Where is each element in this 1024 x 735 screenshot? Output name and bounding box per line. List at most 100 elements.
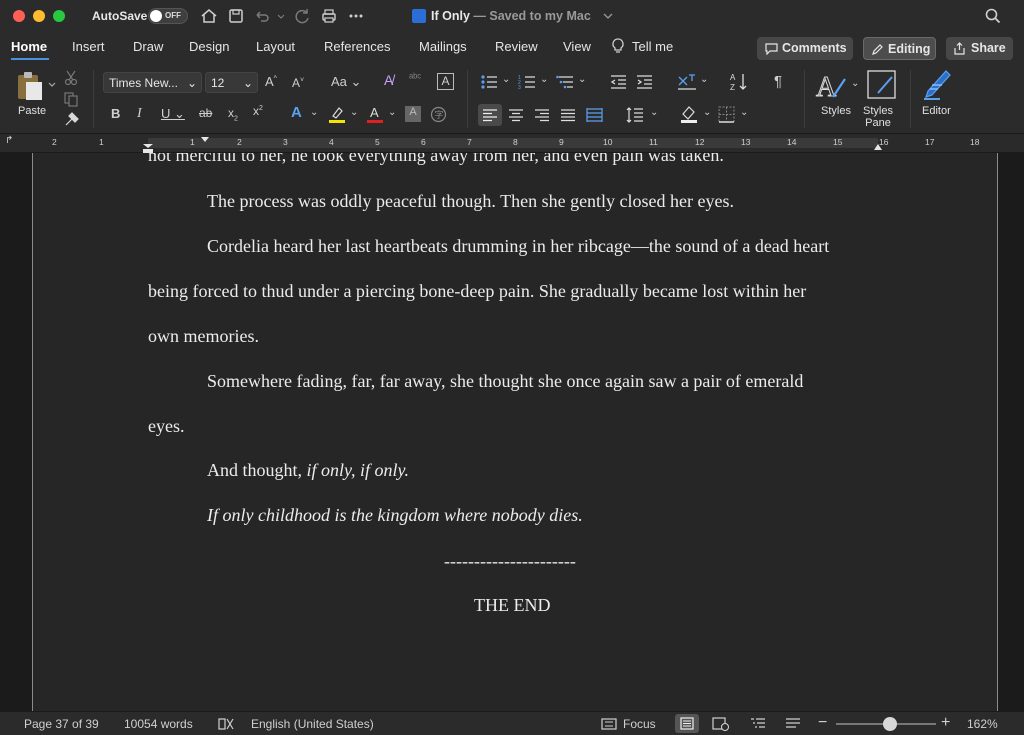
font-name-dropdown[interactable]: Times New... ⌄ (103, 72, 202, 93)
cut-icon[interactable] (64, 70, 78, 86)
character-border-icon[interactable]: A (437, 73, 454, 90)
chevron-down-icon[interactable]: ⌄ (350, 107, 358, 118)
character-shading-icon[interactable]: A (405, 106, 421, 122)
highlight-color-icon[interactable] (328, 104, 346, 124)
close-window-button[interactable] (13, 10, 25, 22)
line-spacing-icon[interactable] (626, 106, 644, 124)
styles-pane-label[interactable]: Styles Pane (863, 105, 893, 129)
tab-insert[interactable]: Insert (72, 39, 105, 54)
save-icon[interactable] (227, 7, 245, 25)
font-size-dropdown[interactable]: 12 ⌄ (205, 72, 258, 93)
outline-view-icon[interactable] (750, 717, 766, 731)
tab-mailings[interactable]: Mailings (419, 39, 467, 54)
tab-design[interactable]: Design (189, 39, 229, 54)
chevron-down-icon[interactable]: ⌄ (540, 74, 548, 85)
enclose-characters-icon[interactable]: 字 (430, 106, 447, 123)
focus-mode-icon[interactable] (601, 718, 617, 730)
comments-button[interactable]: Comments (757, 37, 853, 60)
chevron-down-icon[interactable] (276, 7, 286, 25)
align-right-icon[interactable] (534, 108, 550, 122)
styles-pane-icon[interactable] (866, 69, 898, 101)
tab-references[interactable]: References (324, 39, 390, 54)
clear-formatting-icon[interactable]: A̸ (384, 72, 393, 88)
distributed-icon[interactable] (586, 107, 603, 123)
proofing-book-icon[interactable] (218, 717, 234, 731)
word-count[interactable]: 10054 words (124, 717, 193, 731)
chevron-down-icon[interactable] (48, 80, 56, 90)
italic-button[interactable]: I (137, 106, 142, 122)
shrink-font-icon[interactable]: A˅ (292, 76, 304, 90)
change-case-icon[interactable]: Aa ⌄ (331, 74, 361, 90)
superscript-button[interactable]: x2 (253, 104, 263, 118)
print-layout-view-button[interactable] (675, 714, 699, 733)
chevron-down-icon[interactable]: ⌄ (700, 74, 708, 85)
text-effects-icon[interactable]: A (291, 104, 302, 121)
numbering-icon[interactable]: 123 (518, 74, 536, 90)
borders-icon[interactable] (718, 106, 735, 123)
sort-icon[interactable]: AZ (730, 72, 748, 92)
zoom-slider-knob[interactable] (883, 717, 897, 731)
left-indent-marker[interactable] (142, 143, 154, 153)
chevron-down-icon[interactable]: ⌄ (310, 107, 318, 118)
decrease-indent-icon[interactable] (610, 74, 627, 90)
web-layout-icon[interactable] (712, 717, 730, 731)
zoom-window-button[interactable] (53, 10, 65, 22)
focus-label[interactable]: Focus (623, 717, 656, 731)
styles-gallery-icon[interactable]: A (815, 69, 849, 103)
more-options-icon[interactable] (347, 7, 365, 25)
multilevel-list-icon[interactable] (556, 74, 574, 90)
strikethrough-button[interactable]: ab (199, 106, 212, 120)
chevron-down-icon[interactable]: ⌄ (578, 74, 586, 85)
right-indent-marker[interactable] (873, 143, 883, 151)
editing-mode-button[interactable]: Editing (863, 37, 936, 60)
font-color-icon[interactable]: A (366, 104, 384, 124)
increase-indent-icon[interactable] (636, 74, 653, 90)
show-formatting-marks-icon[interactable]: ¶ (774, 73, 782, 90)
document-canvas[interactable]: not merciful to her, he took everything … (0, 153, 1024, 711)
search-icon[interactable] (984, 7, 1002, 25)
grow-font-icon[interactable]: A^ (265, 74, 277, 89)
minimize-window-button[interactable] (33, 10, 45, 22)
tab-layout[interactable]: Layout (256, 39, 295, 54)
copy-icon[interactable] (63, 91, 79, 107)
chevron-down-icon[interactable]: ⌄ (502, 74, 510, 85)
vertical-scrollbar[interactable] (1014, 153, 1022, 711)
home-icon[interactable] (200, 7, 218, 25)
zoom-in-button[interactable]: + (941, 714, 950, 732)
redo-icon[interactable] (293, 7, 311, 25)
align-left-button[interactable] (478, 104, 502, 126)
tab-view[interactable]: View (563, 39, 591, 54)
zoom-level[interactable]: 162% (967, 717, 998, 731)
draft-view-icon[interactable] (785, 717, 801, 731)
share-button[interactable]: Share (946, 37, 1013, 60)
chevron-down-icon[interactable]: ⌄ (388, 107, 396, 118)
editor-pen-icon[interactable] (920, 69, 956, 103)
tab-home[interactable]: Home (11, 39, 47, 54)
chevron-down-icon[interactable]: ⌄ (851, 78, 859, 89)
zoom-out-button[interactable]: − (818, 714, 827, 732)
bullets-icon[interactable] (480, 74, 498, 90)
phonetic-guide-icon[interactable]: ᵃᵇᶜ (409, 72, 421, 84)
horizontal-ruler[interactable]: ↱ 2 1 1 2 3 4 5 6 7 8 9 10 11 12 13 14 1… (0, 134, 1024, 153)
clipboard-paste-icon[interactable] (14, 70, 46, 102)
tell-me-search[interactable]: Tell me (632, 39, 673, 54)
undo-icon[interactable] (253, 7, 271, 25)
format-painter-icon[interactable] (63, 111, 80, 128)
underline-button[interactable]: U ⌄ (161, 106, 185, 122)
page-count[interactable]: Page 37 of 39 (24, 717, 99, 731)
chevron-down-icon[interactable]: ⌄ (650, 107, 658, 118)
language-indicator[interactable]: English (United States) (251, 717, 374, 731)
chevron-down-icon[interactable]: ⌄ (740, 107, 748, 118)
justify-icon[interactable] (560, 108, 576, 122)
first-line-indent-marker[interactable] (200, 136, 210, 143)
subscript-button[interactable]: x2 (228, 106, 238, 122)
tab-selector-icon[interactable]: ↱ (5, 135, 13, 146)
chevron-down-icon[interactable]: ⌄ (703, 107, 711, 118)
autosave-toggle[interactable]: OFF (148, 8, 188, 24)
bold-button[interactable]: B (111, 106, 120, 121)
shading-icon[interactable] (679, 104, 699, 124)
tab-draw[interactable]: Draw (133, 39, 163, 54)
editor-label[interactable]: Editor (922, 105, 951, 117)
asian-layout-icon[interactable] (677, 73, 697, 91)
print-icon[interactable] (320, 7, 338, 25)
